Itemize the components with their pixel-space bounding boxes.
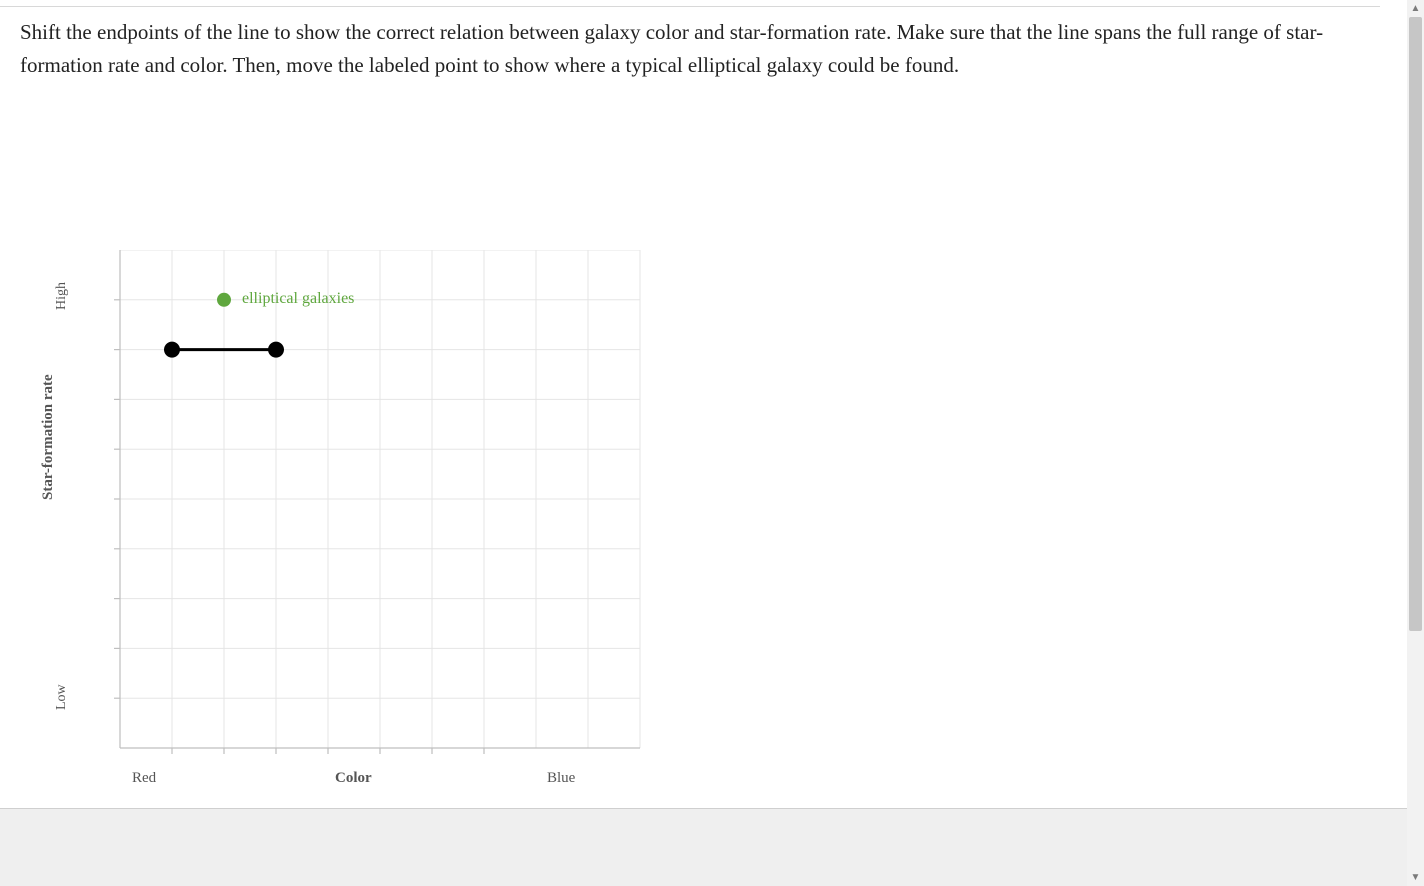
axes [114, 250, 640, 754]
line-endpoint-a[interactable] [164, 342, 180, 358]
scroll-thumb[interactable] [1409, 17, 1422, 631]
scroll-up-arrow-icon[interactable]: ▲ [1407, 0, 1424, 17]
scroll-down-arrow-icon[interactable]: ▼ [1407, 869, 1424, 886]
footer-strip [0, 809, 1424, 886]
chart-stage: High Star-formation rate Low [50, 250, 700, 810]
question-prompt: Shift the endpoints of the line to show … [20, 16, 1360, 81]
elliptical-point-label[interactable]: elliptical galaxies [242, 290, 354, 308]
x-tick-red: Red [132, 770, 156, 787]
vertical-scrollbar[interactable]: ▲ ▼ [1407, 0, 1424, 886]
gridlines [120, 250, 640, 748]
plot-svg [50, 250, 700, 770]
line-endpoint-b[interactable] [268, 342, 284, 358]
content-top-divider [0, 6, 1380, 7]
elliptical-point[interactable] [217, 293, 231, 307]
x-axis-title: Color [335, 770, 372, 787]
x-tick-blue: Blue [547, 770, 575, 787]
